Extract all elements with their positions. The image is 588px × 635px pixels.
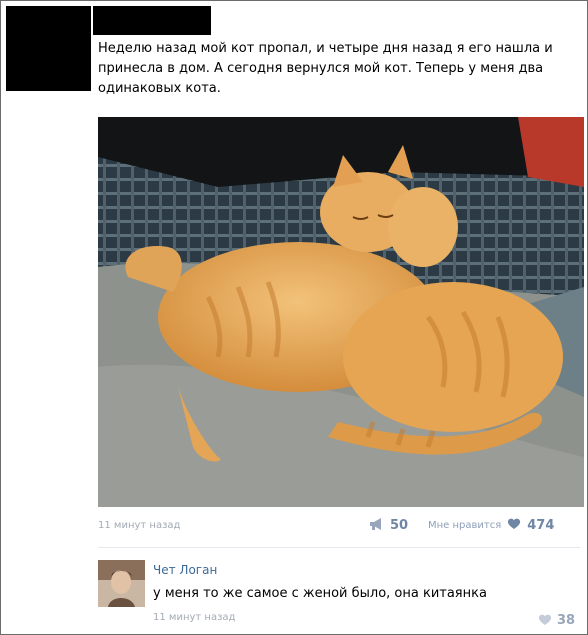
heart-icon	[538, 611, 552, 630]
divider	[98, 547, 580, 548]
megaphone-icon	[369, 517, 385, 534]
post-photo[interactable]	[98, 117, 584, 507]
like-count: 474	[527, 517, 555, 533]
author-name-redacted[interactable]	[93, 6, 211, 35]
comment-time[interactable]: 11 минут назад	[153, 612, 235, 623]
comment-avatar[interactable]	[98, 560, 145, 607]
post-text: Неделю назад мой кот пропал, и четыре дн…	[98, 41, 553, 96]
heart-icon	[507, 517, 521, 533]
like-button[interactable]: Мне нравится 474	[428, 517, 554, 533]
share-count: 50	[390, 518, 409, 533]
post-meta: 11 минут назад 50 Мне нравится 474	[98, 516, 578, 536]
comment-text: у меня то же самое с женой было, она кит…	[153, 586, 487, 601]
post-time[interactable]: 11 минут назад	[98, 520, 180, 531]
share-button[interactable]: 50	[369, 517, 408, 534]
comment-like-button[interactable]: 38	[538, 611, 575, 630]
comment-like-count: 38	[557, 613, 576, 628]
like-label: Мне нравится	[428, 519, 502, 531]
comment-author[interactable]: Чет Логан	[153, 563, 217, 577]
author-avatar-redacted[interactable]	[6, 6, 91, 91]
